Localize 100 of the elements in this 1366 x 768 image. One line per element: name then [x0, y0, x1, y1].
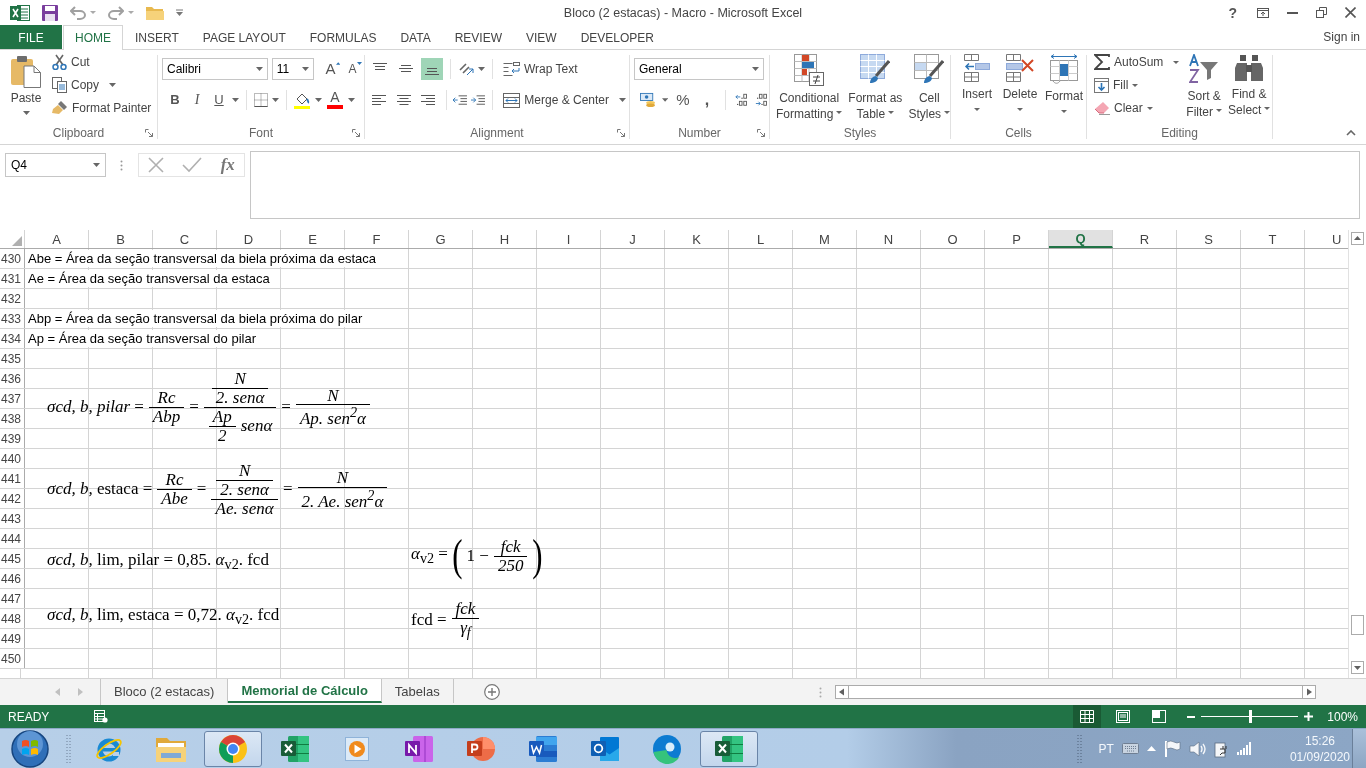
merge-center-button[interactable]: Merge & Center: [500, 89, 629, 111]
minimize-icon[interactable]: [1287, 11, 1298, 14]
italic-button[interactable]: I: [188, 89, 206, 111]
ribbon-tab[interactable]: FORMULAS: [297, 25, 389, 49]
enter-check-icon[interactable]: [182, 157, 203, 173]
horizontal-scrollbar[interactable]: [835, 684, 1316, 700]
column-header[interactable]: Q: [1049, 230, 1113, 248]
close-icon[interactable]: [1345, 7, 1356, 18]
ribbon-tab[interactable]: HOME: [63, 25, 123, 50]
formula-input[interactable]: [250, 151, 1360, 219]
decrease-font-size-button[interactable]: A: [346, 58, 364, 80]
increase-decimal-icon[interactable]: [734, 93, 749, 107]
redo-icon[interactable]: [108, 5, 124, 20]
normal-view-button[interactable]: [1073, 705, 1102, 728]
column-header[interactable]: A: [25, 230, 89, 248]
scroll-thumb[interactable]: [1351, 615, 1364, 635]
insert-function-button[interactable]: fx: [220, 155, 235, 175]
cut-button[interactable]: Cut: [49, 51, 155, 73]
row-header[interactable]: 440: [0, 449, 25, 468]
ribbon-tab[interactable]: INSERT: [123, 25, 191, 49]
column-header[interactable]: L: [729, 230, 793, 248]
dialog-launcher-icon[interactable]: [352, 129, 360, 137]
font-name-field[interactable]: Calibri: [162, 58, 268, 80]
row-header[interactable]: 430: [0, 249, 25, 268]
vertical-scrollbar[interactable]: [1348, 230, 1366, 678]
keyboard-icon[interactable]: [1121, 743, 1139, 754]
column-header[interactable]: G: [409, 230, 473, 248]
format-button[interactable]: Format: [1043, 54, 1085, 113]
row-header[interactable]: 438: [0, 409, 25, 428]
taskbar-button[interactable]: [700, 730, 758, 767]
column-header[interactable]: S: [1177, 230, 1241, 248]
copy-button[interactable]: Copy: [49, 74, 155, 96]
scroll-right-icon[interactable]: [1302, 685, 1316, 699]
caret-icon[interactable]: [478, 67, 485, 71]
grip-icon[interactable]: [1076, 733, 1083, 764]
macro-record-icon[interactable]: [94, 710, 109, 723]
customize-icon[interactable]: [176, 9, 183, 16]
row-header[interactable]: 437: [0, 389, 25, 408]
paste-button[interactable]: Paste: [5, 51, 47, 122]
column-header[interactable]: C: [153, 230, 217, 248]
row-header[interactable]: 435: [0, 349, 25, 368]
dialog-launcher-icon[interactable]: [617, 129, 625, 137]
column-header[interactable]: T: [1241, 230, 1305, 248]
start-button[interactable]: [10, 729, 50, 768]
speaker-icon[interactable]: [1188, 740, 1206, 757]
fill-color-icon[interactable]: [294, 91, 311, 109]
conditional-formatting-button[interactable]: Conditional Formatting: [774, 54, 845, 122]
align-bottom-button[interactable]: [421, 58, 443, 80]
collapse-ribbon-icon[interactable]: [1346, 130, 1356, 136]
comma-style-button[interactable]: ,: [698, 89, 716, 111]
ribbon-tab[interactable]: DATA: [388, 25, 443, 49]
row-header[interactable]: 444: [0, 529, 25, 548]
column-header[interactable]: J: [601, 230, 665, 248]
scroll-down-icon[interactable]: [1351, 661, 1364, 674]
ribbon-display-icon[interactable]: [1257, 7, 1269, 18]
add-sheet-icon[interactable]: [483, 684, 500, 700]
row-header[interactable]: 439: [0, 429, 25, 448]
column-header[interactable]: R: [1113, 230, 1177, 248]
delete-button[interactable]: Delete: [1000, 54, 1040, 111]
row-header[interactable]: 434: [0, 329, 25, 348]
power-plug-icon[interactable]: [1213, 739, 1229, 758]
dialog-launcher-icon[interactable]: [145, 129, 153, 137]
font-size-field[interactable]: 11: [271, 58, 314, 80]
currency-icon[interactable]: [640, 92, 656, 108]
row-header[interactable]: 450: [0, 649, 25, 668]
row-header[interactable]: 442: [0, 489, 25, 508]
clear-button[interactable]: Clear: [1091, 97, 1183, 119]
ribbon-tab[interactable]: VIEW: [514, 25, 569, 49]
row-header[interactable]: 443: [0, 509, 25, 528]
dialog-launcher-icon[interactable]: [757, 129, 765, 137]
grip-icon[interactable]: [66, 733, 72, 764]
grip-icon[interactable]: [120, 160, 123, 171]
column-header[interactable]: E: [281, 230, 345, 248]
decrease-decimal-icon[interactable]: [754, 93, 769, 107]
zoom-in-icon[interactable]: [1304, 712, 1314, 721]
mail-icon[interactable]: [590, 734, 620, 763]
sheet-tab[interactable]: Tabelas: [381, 679, 454, 703]
sort-filter-button[interactable]: Sort & Filter: [1184, 54, 1225, 120]
zoom-out-icon[interactable]: [1187, 715, 1196, 718]
column-header[interactable]: M: [793, 230, 857, 248]
row-header[interactable]: 433: [0, 309, 25, 328]
row-header[interactable]: 449: [0, 629, 25, 648]
save-icon[interactable]: [42, 4, 58, 21]
caret-icon[interactable]: [315, 98, 322, 102]
undo-icon[interactable]: [70, 5, 86, 20]
spreadsheet-icon[interactable]: [280, 734, 310, 763]
caret-icon[interactable]: [661, 98, 668, 102]
row-header[interactable]: 441: [0, 469, 25, 488]
insert-button[interactable]: Insert: [957, 54, 997, 111]
number-format-field[interactable]: General: [634, 58, 764, 80]
find-select-button[interactable]: Find & Select: [1226, 54, 1273, 118]
scroll-up-icon[interactable]: [1351, 232, 1364, 245]
caret-icon[interactable]: [272, 98, 279, 102]
increase-indent-icon[interactable]: [471, 94, 486, 106]
font-color-button[interactable]: A: [326, 89, 344, 111]
row-header[interactable]: 446: [0, 569, 25, 588]
bold-button[interactable]: B: [166, 89, 184, 111]
caret-icon[interactable]: [348, 98, 355, 102]
row-header[interactable]: 447: [0, 589, 25, 608]
help-button[interactable]: ?: [1226, 4, 1239, 21]
